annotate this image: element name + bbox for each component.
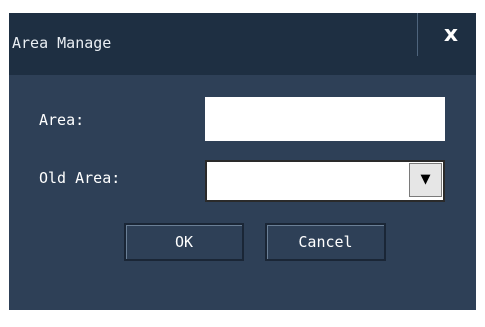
chevron-down-icon[interactable]: ▼ bbox=[409, 163, 442, 197]
area-label: Area: bbox=[39, 111, 85, 129]
ok-button[interactable]: OK bbox=[124, 223, 244, 261]
old-area-label: Old Area: bbox=[39, 169, 121, 187]
area-input[interactable] bbox=[205, 97, 445, 141]
cancel-button[interactable]: Cancel bbox=[265, 223, 386, 261]
window-title: Area Manage bbox=[12, 34, 112, 52]
old-area-selected-value bbox=[213, 162, 405, 200]
titlebar-divider bbox=[417, 13, 418, 56]
area-manage-dialog: Area Manage x Area: Old Area: ▼ OK Cance… bbox=[9, 13, 476, 310]
old-area-select[interactable]: ▼ bbox=[205, 160, 445, 202]
close-icon[interactable]: x bbox=[435, 19, 467, 51]
title-bar[interactable]: Area Manage x bbox=[9, 13, 476, 75]
